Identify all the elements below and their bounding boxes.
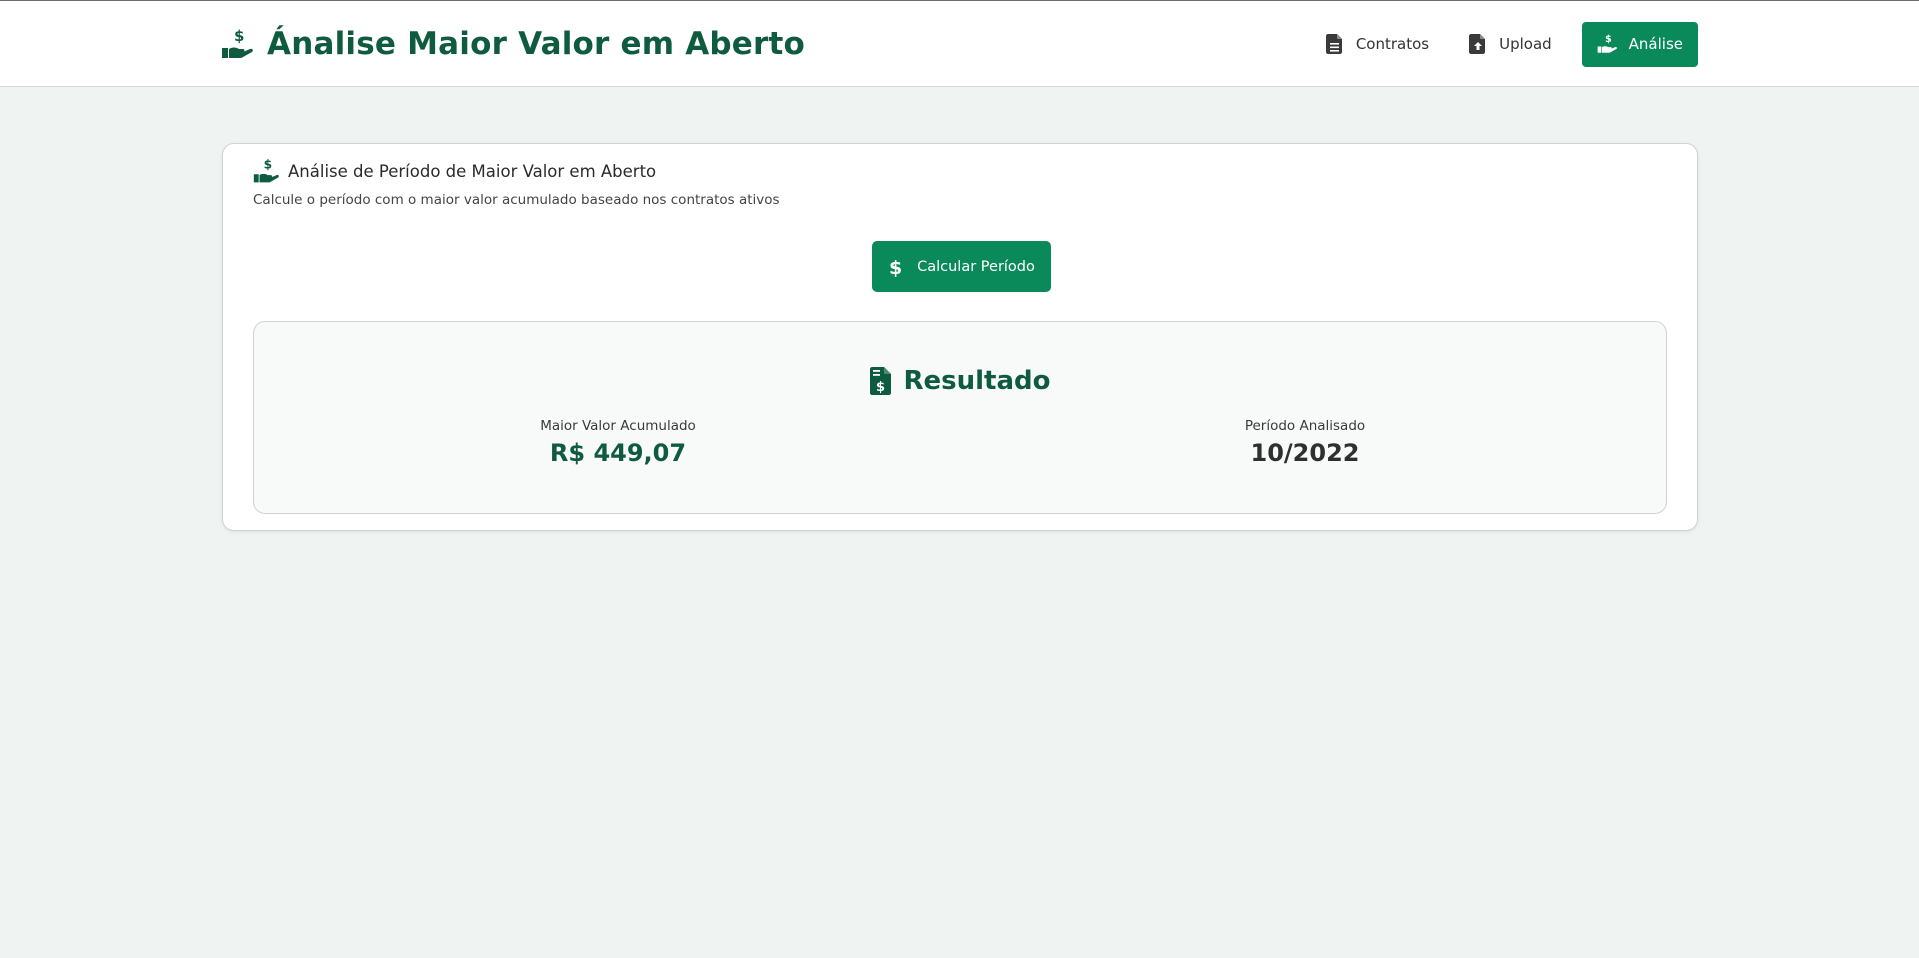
top-navbar: $ Ánalise Maior Valor em Aberto Contrato… (0, 0, 1919, 87)
main-nav: Contratos Upload $ Análise (1316, 21, 1698, 67)
result-title: Resultado (903, 366, 1051, 396)
card-subtitle: Calcule o período com o maior valor acum… (253, 192, 780, 208)
nav-upload-label: Upload (1499, 35, 1552, 53)
calculate-period-button[interactable]: $ Calcular Período (872, 241, 1051, 292)
nav-analise-label: Análise (1628, 35, 1683, 53)
result-header: $ Resultado (254, 366, 1666, 396)
file-invoice-dollar-icon: $ (869, 367, 891, 395)
svg-text:$: $ (1605, 34, 1612, 45)
brand[interactable]: $ Ánalise Maior Valor em Aberto (221, 26, 805, 62)
result-panel: $ Resultado Maior Valor Acumulado R$ 449… (253, 321, 1667, 514)
hand-holding-dollar-icon: $ (1597, 34, 1617, 53)
calculate-period-label: Calcular Período (917, 258, 1035, 275)
svg-text:$: $ (876, 380, 885, 395)
nav-analise[interactable]: $ Análise (1581, 21, 1698, 67)
period-value: 10/2022 (1250, 439, 1360, 467)
max-value-amount: R$ 449,07 (549, 439, 687, 467)
card-header: $ Análise de Período de Maior Valor em A… (253, 158, 656, 184)
max-value-label: Maior Valor Acumulado (540, 418, 696, 434)
max-value-stat: Maior Valor Acumulado R$ 449,07 (468, 418, 768, 467)
period-stat: Período Analisado 10/2022 (1155, 418, 1455, 467)
app-title: Ánalise Maior Valor em Aberto (267, 26, 806, 62)
nav-upload[interactable]: Upload (1459, 22, 1562, 67)
nav-contratos-label: Contratos (1355, 35, 1430, 53)
analysis-card: $ Análise de Período de Maior Valor em A… (222, 143, 1698, 531)
svg-text:$: $ (889, 257, 902, 277)
hand-holding-dollar-icon: $ (222, 28, 253, 58)
card-title: Análise de Período de Maior Valor em Abe… (288, 161, 657, 181)
file-icon (1325, 34, 1342, 54)
period-label: Período Analisado (1244, 418, 1366, 434)
file-upload-icon (1469, 34, 1486, 54)
svg-text:$: $ (234, 28, 244, 45)
svg-text:$: $ (264, 158, 272, 172)
nav-contratos[interactable]: Contratos (1316, 22, 1439, 67)
hand-holding-dollar-icon: $ (253, 158, 279, 183)
dollar-sign-icon: $ (889, 257, 902, 277)
